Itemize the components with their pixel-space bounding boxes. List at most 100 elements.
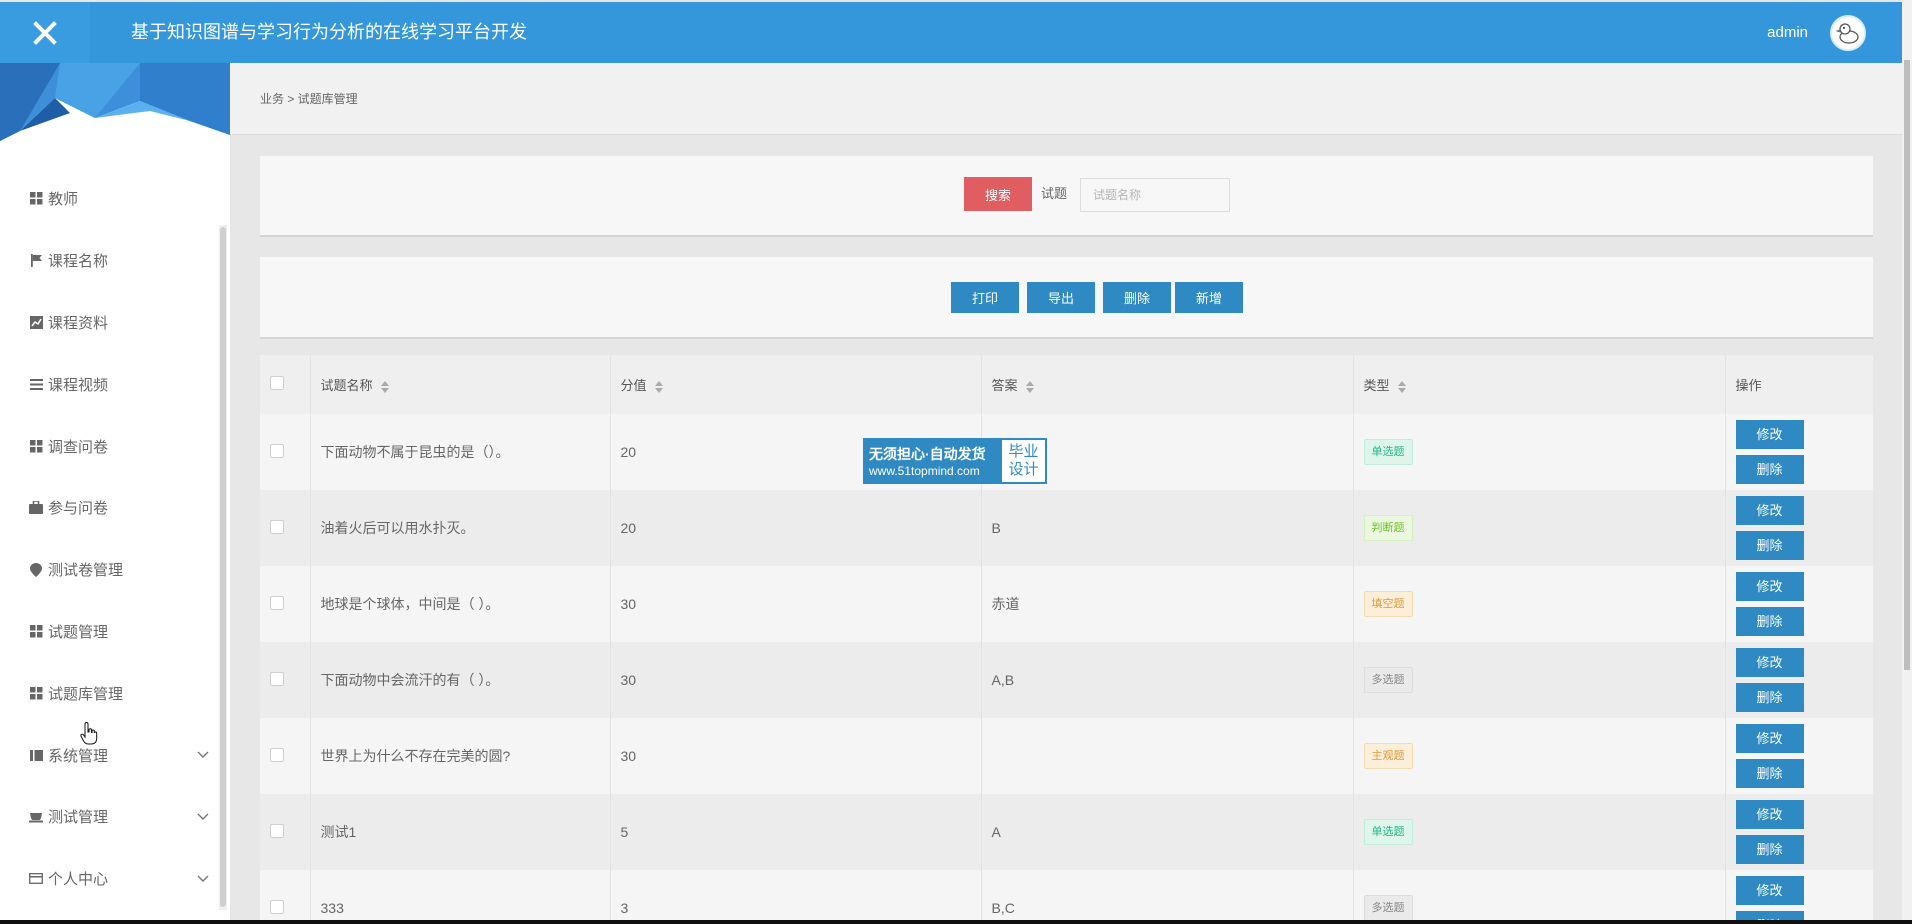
column-header-score[interactable]: 分值: [610, 355, 982, 414]
edit-button[interactable]: 修改: [1735, 800, 1804, 829]
chevron-down-icon: [197, 875, 209, 882]
column-header-answer[interactable]: 答案: [981, 355, 1354, 414]
user-name[interactable]: admin: [1767, 2, 1808, 63]
column-header-type[interactable]: 类型: [1353, 355, 1726, 414]
ops-cell: 修改删除: [1725, 794, 1873, 870]
edit-button[interactable]: 修改: [1735, 496, 1804, 525]
row-checkbox[interactable]: [270, 595, 284, 610]
sidebar-menu: 教师 课程名称 课程资料 课程视频 调查问卷 参与问卷 测试卷管理 试题管理 试…: [0, 168, 215, 910]
ops-cell: 修改删除: [1725, 414, 1873, 490]
table-row: 地球是个球体，中间是（ ）。 30 赤道 填空题 修改 删除: [260, 566, 1873, 642]
sidebar-item-label: 调查问卷: [48, 438, 109, 456]
table-row: 油着火后可以用水扑灭。 20 B 判断题 修改 删除: [260, 490, 1873, 566]
duck-avatar-icon: [1835, 23, 1859, 44]
edit-button[interactable]: 修改: [1735, 420, 1804, 449]
sidebar: 教师 课程名称 课程资料 课程视频 调查问卷 参与问卷 测试卷管理 试题管理 试…: [0, 63, 230, 920]
sidebar-item-system[interactable]: 系统管理: [0, 724, 215, 786]
row-select-cell: [260, 870, 311, 920]
add-button[interactable]: 新增: [1175, 282, 1243, 313]
row-checkbox[interactable]: [270, 899, 284, 914]
sidebar-item-label: 个人中心: [48, 871, 109, 889]
column-header-label: 答案: [991, 378, 1018, 393]
breadcrumb-bar: 业务 > 试题库管理: [230, 63, 1902, 135]
edit-button[interactable]: 修改: [1735, 572, 1804, 601]
print-button[interactable]: 打印: [951, 282, 1019, 313]
sort-icon: [380, 380, 389, 393]
export-button[interactable]: 导出: [1027, 282, 1095, 313]
column-header-label: 试题名称: [320, 378, 373, 393]
row-checkbox[interactable]: [270, 671, 284, 686]
edit-button[interactable]: 修改: [1735, 648, 1804, 677]
sidebar-scroll-thumb[interactable]: [220, 227, 226, 907]
sidebar-item-label: 测试管理: [48, 809, 109, 827]
row-checkbox[interactable]: [270, 519, 284, 534]
watermark-line2: www.51topmind.com: [869, 464, 980, 478]
select-all-checkbox[interactable]: [270, 376, 284, 390]
row-delete-button[interactable]: 删除: [1735, 607, 1804, 636]
sidebar-item-question-bank[interactable]: 试题库管理: [0, 662, 215, 724]
hand-cursor-icon: [80, 722, 98, 745]
question-name: 地球是个球体，中间是（ ）。: [310, 566, 611, 642]
sidebar-item-label: 试题库管理: [48, 685, 124, 703]
delete-button[interactable]: 删除: [1103, 282, 1171, 313]
row-delete-button[interactable]: 删除: [1735, 835, 1804, 864]
close-button[interactable]: [0, 2, 90, 63]
ops-cell: 修改删除: [1725, 642, 1873, 718]
sidebar-item-course-video[interactable]: 课程视频: [0, 353, 215, 415]
row-delete-button[interactable]: 删除: [1735, 531, 1804, 560]
question-type-cell: 多选题: [1353, 870, 1726, 920]
window-scroll-thumb[interactable]: [1904, 60, 1910, 670]
sidebar-item-label: 试题管理: [48, 623, 109, 641]
row-delete-button[interactable]: 删除: [1735, 759, 1804, 788]
sidebar-item-question-manage[interactable]: 试题管理: [0, 601, 215, 663]
bottom-strip: [0, 920, 1912, 924]
question-type-tag: 单选题: [1363, 819, 1413, 845]
row-checkbox[interactable]: [270, 443, 284, 458]
sidebar-item-label: 系统管理: [48, 747, 109, 765]
sidebar-item-label: 教师: [48, 191, 79, 209]
row-checkbox[interactable]: [270, 747, 284, 762]
row-checkbox[interactable]: [270, 823, 284, 838]
sidebar-item-course-name[interactable]: 课程名称: [0, 230, 215, 292]
question-type-tag: 多选题: [1363, 667, 1413, 693]
table-row: 测试1 5 A 单选题 修改 删除: [260, 794, 1873, 870]
breadcrumb: 业务 > 试题库管理: [260, 92, 358, 106]
question-type-cell: 判断题: [1353, 490, 1726, 566]
question-type-cell: 多选题: [1353, 642, 1726, 718]
flag-icon: [29, 254, 43, 268]
avatar[interactable]: [1830, 15, 1866, 51]
main-content: 业务 > 试题库管理 搜索 试题 打印 导出 删除 新增 试题名称: [230, 63, 1902, 920]
question-score: 3: [610, 870, 982, 920]
sidebar-banner: [0, 63, 230, 141]
row-delete-button[interactable]: 删除: [1735, 911, 1804, 920]
action-panel: 打印 导出 删除 新增: [260, 257, 1873, 339]
chevron-down-icon: [197, 813, 209, 820]
sidebar-item-personal[interactable]: 个人中心: [0, 848, 215, 910]
row-select-cell: [260, 642, 311, 718]
question-bank-table: 试题名称 分值 答案 类型 操作 下面动物不属于昆虫的是（）。 20 单选题 修…: [260, 355, 1873, 920]
question-type-tag: 主观题: [1363, 743, 1413, 769]
sidebar-item-test-paper[interactable]: 测试卷管理: [0, 539, 215, 601]
row-delete-button[interactable]: 删除: [1735, 455, 1804, 484]
edit-button[interactable]: 修改: [1735, 724, 1804, 753]
sidebar-item-join-survey[interactable]: 参与问卷: [0, 477, 215, 539]
row-select-cell: [260, 490, 311, 566]
row-delete-button[interactable]: 删除: [1735, 683, 1804, 712]
question-name: 世界上为什么不存在完美的圆?: [310, 718, 611, 794]
column-header-name[interactable]: 试题名称: [310, 355, 611, 414]
sidebar-item-course-materials[interactable]: 课程资料: [0, 292, 215, 354]
search-button[interactable]: 搜索: [964, 177, 1032, 211]
app-title: 基于知识图谱与学习行为分析的在线学习平台开发: [131, 22, 527, 42]
question-type-tag: 填空题: [1363, 591, 1413, 617]
search-input[interactable]: [1080, 178, 1230, 212]
chart-icon: [29, 315, 43, 329]
question-type-tag: 判断题: [1363, 515, 1413, 541]
sidebar-item-survey[interactable]: 调查问卷: [0, 415, 215, 477]
sidebar-item-test-manage[interactable]: 测试管理: [0, 786, 215, 848]
watermark-left: 无须担心·自动发货 www.51topmind.com: [865, 440, 1002, 482]
book-icon: [29, 748, 43, 762]
edit-button[interactable]: 修改: [1735, 876, 1804, 905]
question-score: 20: [610, 490, 982, 566]
question-type-cell: 单选题: [1353, 414, 1726, 490]
sidebar-item-teacher[interactable]: 教师: [0, 168, 215, 230]
